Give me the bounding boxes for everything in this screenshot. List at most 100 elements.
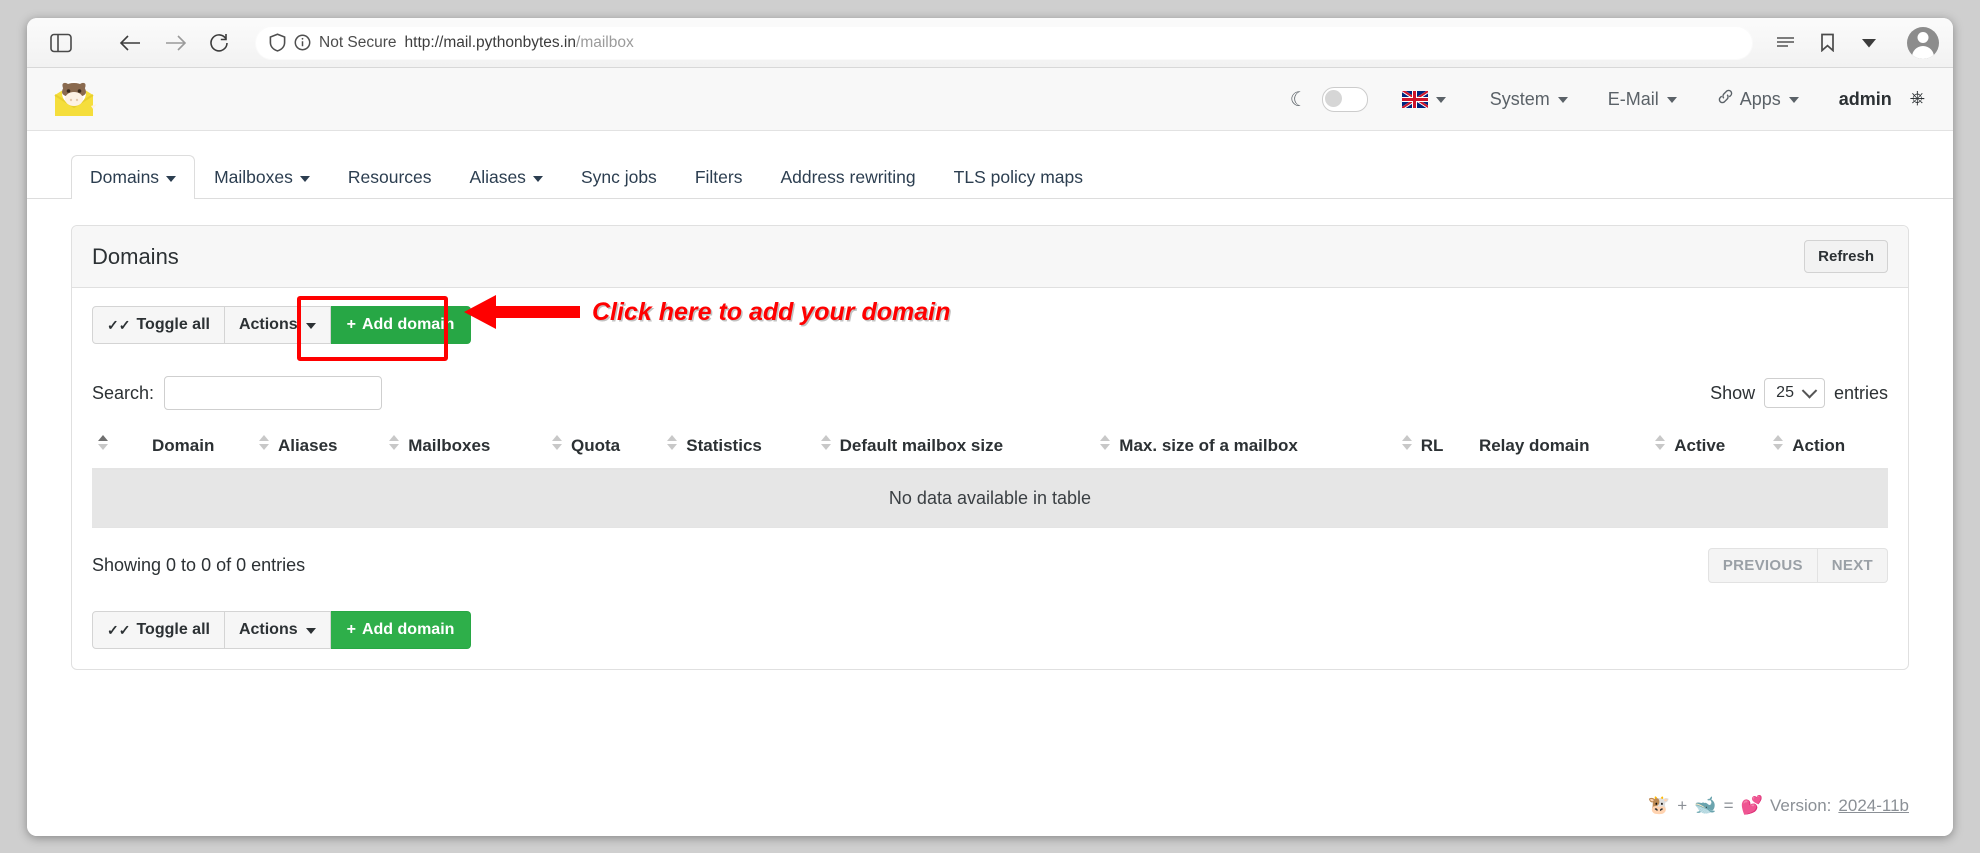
chevron-down-icon [1801,383,1818,399]
col-label: Default mailbox size [839,436,1004,455]
sidebar-toggle-icon[interactable] [41,26,81,60]
address-bar[interactable]: Not Secure http://mail.pythonbytes.in/ma… [255,25,1753,60]
nav-item-system[interactable]: System [1470,89,1588,110]
nav-label: Apps [1739,88,1781,109]
col-domain[interactable]: Domain [146,426,253,470]
col-aliases[interactable]: Aliases [252,426,384,470]
col-active[interactable]: Active [1649,426,1768,470]
next-page-button[interactable]: NEXT [1817,548,1888,583]
chevron-down-icon [532,175,543,182]
plus-icon: + [346,316,356,333]
col-label: Active [1674,436,1726,455]
domains-table: Domain Aliases Mailboxes Quota Statistic… [92,426,1888,528]
whale-icon: 🐋 [1694,795,1717,815]
tab-address-rewriting[interactable]: Address rewriting [761,155,934,199]
add-domain-label: Add domain [361,316,455,333]
reload-icon[interactable] [199,26,239,60]
tab-sync-jobs[interactable]: Sync jobs [562,155,676,199]
version-link[interactable]: 2024-11b [1838,796,1909,816]
table-header: Domain Aliases Mailboxes Quota Statistic… [92,426,1888,470]
col-label: Max. size of a mailbox [1119,436,1298,455]
actions-button-bottom[interactable]: Actions [224,611,331,649]
chevron-down-icon [305,323,316,329]
chevron-down-icon [1666,97,1677,103]
col-default-mailbox-size[interactable]: Default mailbox size [814,426,1095,470]
nav-item-email[interactable]: E-Mail [1588,89,1697,110]
toggle-all-button[interactable]: ✓✓ Toggle all [92,306,225,344]
entries-per-page-select[interactable]: 25 [1764,378,1825,408]
toggle-all-button-bottom[interactable]: ✓✓ Toggle all [92,611,225,649]
reader-view-icon[interactable] [1765,26,1805,60]
main-tabs: Domains Mailboxes Resources Aliases Sync… [27,131,1953,199]
top-action-toolbar: ✓✓ Toggle all Actions + Add domain Click… [92,295,1888,361]
tab-aliases[interactable]: Aliases [451,155,562,199]
col-rl[interactable]: RL [1395,426,1473,470]
chevron-down-icon[interactable] [1849,26,1889,60]
url-path: /mailbox [576,33,634,51]
col-relay-domain[interactable]: Relay domain [1472,426,1650,470]
link-icon [1717,88,1734,110]
search-label: Search: [92,382,155,403]
dark-mode-toggle[interactable] [1321,86,1368,112]
bookmark-icon[interactable] [1807,26,1847,60]
plus-icon: + [346,621,356,638]
annotation-text: Click here to add your domain [592,297,951,326]
mailcow-logo[interactable] [51,79,97,119]
tab-label: Mailboxes [214,167,293,187]
sort-icon [820,435,831,450]
browser-nav-group [111,26,239,60]
previous-page-button[interactable]: PREVIOUS [1707,548,1818,583]
plus-sign: + [1677,795,1688,815]
refresh-button[interactable]: Refresh [1804,240,1888,273]
chevron-down-icon [305,628,316,634]
forward-arrow-icon[interactable] [155,26,195,60]
card-header: Domains Refresh [72,226,1908,288]
toggle-all-label: Toggle all [136,621,210,638]
app-navbar: ☾ System E-Mail Apps admin ⎈ [27,68,1953,131]
col-statistics[interactable]: Statistics [661,426,815,470]
actions-label: Actions [238,621,298,638]
power-icon[interactable]: ⎈ [1910,88,1925,110]
left-arrow-annotation [464,295,580,329]
chevron-down-icon [1435,97,1446,103]
double-check-icon: ✓✓ [107,621,131,638]
tab-label: Sync jobs [580,167,657,187]
info-circle-icon[interactable] [294,34,311,51]
language-selector[interactable] [1368,90,1470,108]
show-suffix-label: entries [1833,382,1888,403]
profile-avatar-icon[interactable] [1907,26,1939,59]
show-entries-control: Show 25 entries [1710,378,1888,408]
tab-label: Domains [90,167,160,187]
cow-icon: 🐮 [1647,795,1671,815]
tab-label: Aliases [469,167,526,187]
actions-button[interactable]: Actions [224,306,331,344]
col-label: Aliases [277,436,338,455]
col-mailboxes[interactable]: Mailboxes [383,426,547,470]
browser-toolbar: Not Secure http://mail.pythonbytes.in/ma… [27,18,1953,68]
page-content: ☾ System E-Mail Apps admin ⎈ Domains Mai… [27,68,1953,836]
col-label: Domain [152,436,215,455]
button-group: ✓✓ Toggle all Actions + Add domain [92,611,472,649]
tab-tls-policy-maps[interactable]: TLS policy maps [935,155,1102,199]
tab-mailboxes[interactable]: Mailboxes [195,155,329,199]
add-domain-button[interactable]: + Add domain [330,306,472,344]
moon-icon[interactable]: ☾ [1290,87,1308,112]
col-max-size-of-a-mailbox[interactable]: Max. size of a mailbox [1094,426,1396,470]
add-domain-button-bottom[interactable]: + Add domain [330,611,472,649]
back-arrow-icon[interactable] [111,26,151,60]
nav-item-apps[interactable]: Apps [1697,88,1819,110]
tab-filters[interactable]: Filters [676,155,762,199]
pagination: PREVIOUS NEXT [1707,548,1888,583]
search-input[interactable] [164,376,383,410]
tab-domains[interactable]: Domains [71,155,196,199]
button-group: ✓✓ Toggle all Actions + Add domain [92,306,472,344]
col-action[interactable]: Action [1767,426,1888,470]
entries-value: 25 [1776,384,1794,401]
url-host: http://mail.pythonbytes.in [404,33,577,51]
col-quota[interactable]: Quota [546,426,662,470]
heart-icon: 💕 [1740,795,1763,815]
col-select[interactable] [92,426,146,470]
actions-label: Actions [238,316,298,333]
nav-item-admin[interactable]: admin [1819,89,1900,110]
tab-resources[interactable]: Resources [329,155,451,199]
